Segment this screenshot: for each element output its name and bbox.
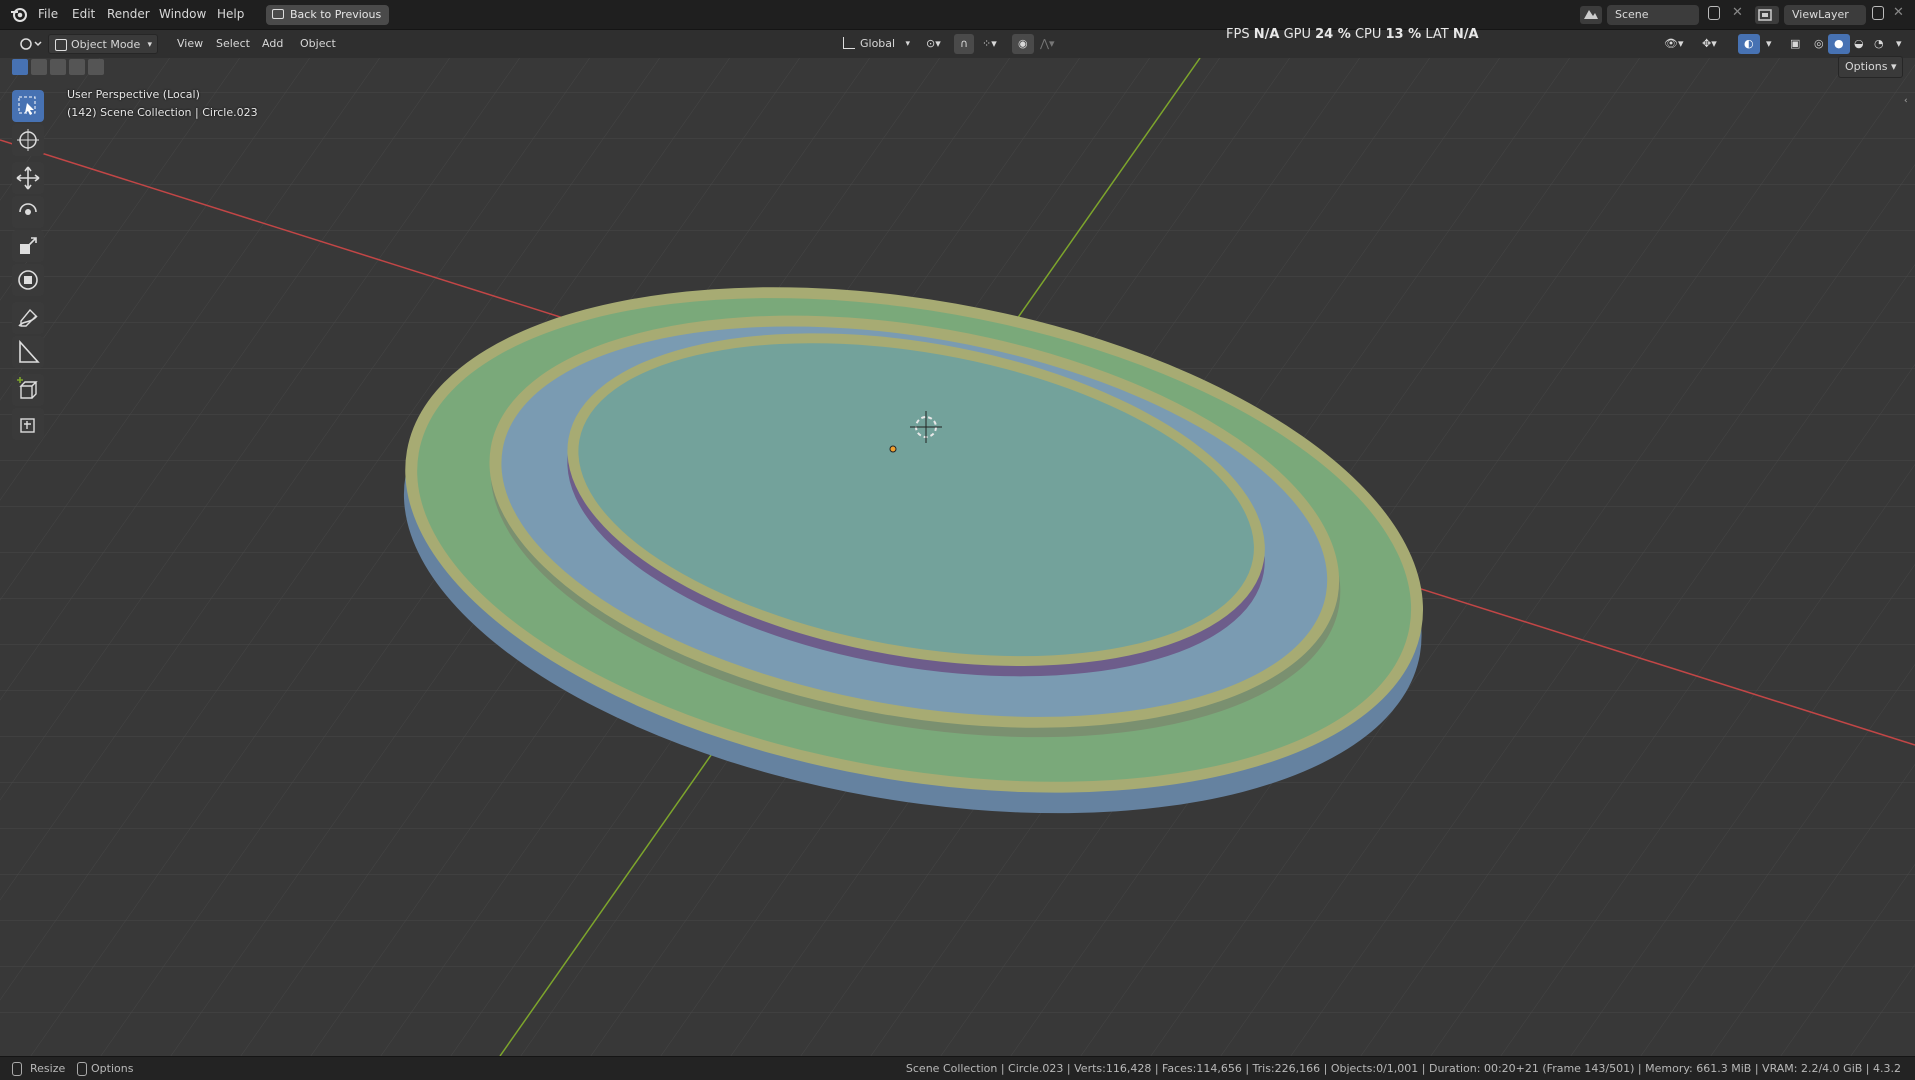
snap-magnet-icon[interactable]: ∩: [954, 34, 975, 54]
options-label: Options: [1845, 60, 1888, 73]
select-menu[interactable]: Select: [210, 34, 256, 54]
solid-shading-icon[interactable]: ●: [1828, 34, 1850, 54]
chevron-down-icon: ▾: [147, 40, 152, 50]
object-origin-icon: [889, 445, 897, 453]
back-to-previous-label: Back to Previous: [290, 8, 382, 21]
object-mode-icon: [55, 39, 67, 51]
lat-label: LAT: [1425, 27, 1449, 42]
new-scene-icon[interactable]: [1708, 6, 1720, 20]
orientation-label: Global: [860, 37, 896, 50]
add-cube-icon: [17, 377, 38, 399]
remove-scene-icon[interactable]: ✕: [1732, 5, 1743, 20]
status-resize-label: Resize: [30, 1062, 66, 1075]
select-new-icon[interactable]: [12, 59, 28, 75]
select-invert-icon[interactable]: [69, 59, 85, 75]
perf-overlay: FPS N/A GPU 24 % CPU 13 % LAT N/A: [1226, 27, 1479, 42]
menu-window[interactable]: Window: [159, 7, 206, 21]
sidebar-toggle-icon[interactable]: ‹: [1904, 96, 1908, 106]
cursor-tool[interactable]: [12, 124, 44, 156]
material-shading-icon[interactable]: ◒: [1848, 34, 1870, 54]
mouse-right-icon: [77, 1062, 87, 1076]
collection-info-text: (142) Scene Collection | Circle.023: [67, 106, 258, 119]
select-subtract-icon[interactable]: [50, 59, 66, 75]
new-viewlayer-icon[interactable]: [1872, 6, 1884, 20]
rendered-shading-icon[interactable]: ◔: [1868, 34, 1890, 54]
scene-field[interactable]: Scene: [1607, 5, 1699, 25]
move-icon: [16, 166, 40, 190]
visibility-eye-icon[interactable]: 👁▾: [1658, 34, 1690, 54]
viewlayer-field[interactable]: ViewLayer: [1784, 5, 1866, 25]
view-name-text: User Perspective (Local): [67, 88, 200, 101]
select-intersect-icon[interactable]: [88, 59, 104, 75]
viewport-header: Object Mode ▾ View Select Add Object Glo…: [0, 30, 1915, 58]
add-object-tool[interactable]: [12, 408, 44, 440]
remove-viewlayer-icon[interactable]: ✕: [1893, 5, 1904, 20]
xray-icon[interactable]: ▣: [1784, 34, 1806, 54]
3d-viewport[interactable]: [0, 58, 1915, 1056]
scale-icon: [20, 237, 37, 254]
menu-edit[interactable]: Edit: [72, 7, 95, 21]
falloff-curve-icon[interactable]: ⋀▾: [1034, 34, 1061, 54]
select-extend-icon[interactable]: [31, 59, 47, 75]
add-menu[interactable]: Add: [256, 34, 289, 54]
object-mode-label: Object Mode: [71, 38, 141, 51]
rotate-tool[interactable]: [12, 196, 44, 228]
menu-help[interactable]: Help: [217, 7, 244, 21]
lat-value: N/A: [1452, 27, 1479, 42]
mouse-left-icon: [12, 1062, 22, 1076]
object-mode-dropdown[interactable]: Object Mode ▾: [48, 34, 158, 54]
menu-file[interactable]: File: [38, 7, 58, 21]
transform-tool[interactable]: [12, 264, 44, 296]
viewlayer-icon[interactable]: [1755, 6, 1779, 24]
view-menu[interactable]: View: [171, 34, 209, 54]
scale-tool[interactable]: [12, 230, 44, 262]
scene-icon[interactable]: [1580, 6, 1602, 24]
add-object-icon: [20, 418, 35, 433]
status-stats-text: Scene Collection | Circle.023 | Verts:11…: [905, 1062, 1901, 1075]
viewport-options-button[interactable]: Options ▾: [1838, 56, 1904, 78]
transform-icon: [18, 270, 38, 290]
viewlayer-field-value: ViewLayer: [1792, 8, 1849, 21]
move-tool[interactable]: [12, 162, 44, 194]
top-menu-bar: File Edit Render Window Help Back to Pre…: [0, 0, 1915, 30]
orientation-axes-icon: [843, 37, 855, 49]
gpu-value: 24 %: [1315, 27, 1351, 42]
cpu-value: 13 %: [1385, 27, 1422, 42]
back-screen-icon: [272, 9, 284, 19]
pivot-point-icon[interactable]: ⊙▾: [920, 34, 947, 54]
overlays-dropdown-icon[interactable]: ▾: [1760, 34, 1778, 54]
annotate-icon: [18, 308, 38, 327]
blender-logo-icon[interactable]: [10, 6, 28, 24]
measure-tool[interactable]: [12, 336, 44, 368]
snap-grid-icon[interactable]: ⁘▾: [976, 34, 1003, 54]
overlays-icon[interactable]: ◐: [1738, 34, 1760, 54]
cursor-icon: [17, 129, 39, 151]
status-options-label: Options: [91, 1062, 134, 1075]
status-bar: Resize Options Scene Collection | Circle…: [0, 1056, 1915, 1080]
chevron-down-icon: ▾: [905, 39, 910, 49]
back-to-previous-button[interactable]: Back to Previous: [266, 5, 390, 25]
gpu-label: GPU: [1283, 27, 1311, 42]
add-cube-tool[interactable]: [12, 374, 44, 406]
proportional-editing-icon[interactable]: ◉: [1012, 34, 1034, 54]
editor-type-icon[interactable]: [12, 34, 48, 54]
menu-render[interactable]: Render: [107, 7, 150, 21]
shading-dropdown-icon[interactable]: ▾: [1890, 34, 1908, 54]
object-menu[interactable]: Object: [294, 34, 342, 54]
fps-value: N/A: [1253, 27, 1280, 42]
select-box-tool[interactable]: [12, 90, 44, 122]
gizmo-toggle-icon[interactable]: ✥▾: [1696, 34, 1723, 54]
cpu-label: CPU: [1354, 27, 1382, 42]
viewport-canvas: [0, 58, 1915, 1056]
transform-orientation-dropdown[interactable]: Global ▾: [838, 34, 912, 54]
select-box-icon: [18, 96, 36, 115]
scene-field-value: Scene: [1615, 8, 1649, 21]
annotate-tool[interactable]: [12, 302, 44, 334]
wireframe-shading-icon[interactable]: ◎: [1808, 34, 1830, 54]
fps-label: FPS: [1226, 27, 1250, 42]
rotate-icon: [19, 203, 37, 215]
measure-icon: [19, 339, 40, 363]
